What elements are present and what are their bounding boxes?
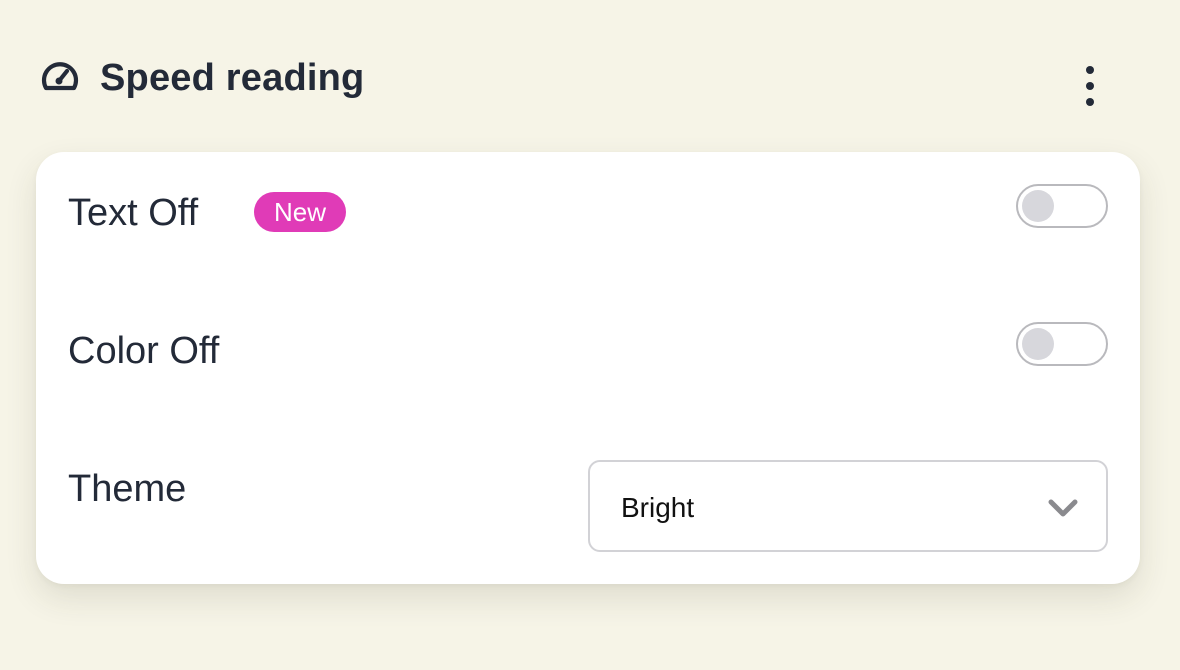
color-off-label: Color Off (68, 330, 220, 372)
theme-select[interactable]: Bright (588, 460, 1108, 552)
more-vertical-icon (1086, 66, 1094, 74)
panel-header: Speed reading (40, 54, 1140, 106)
setting-row-text-off: Text Off New (68, 152, 1108, 234)
more-vertical-icon-dot (1086, 82, 1094, 90)
theme-label: Theme (68, 468, 187, 510)
text-off-label: Text Off (68, 192, 199, 234)
new-badge: New (254, 192, 347, 232)
more-vertical-icon-dot (1086, 98, 1094, 106)
text-off-toggle[interactable] (1016, 184, 1108, 228)
settings-card: Text Off New Color Off Theme Bright (36, 152, 1140, 584)
color-off-toggle[interactable] (1016, 322, 1108, 366)
theme-select-value: Bright (621, 492, 695, 523)
more-options-button[interactable] (1070, 60, 1110, 106)
setting-row-color-off: Color Off (68, 290, 1108, 372)
panel-title: Speed reading (100, 57, 365, 99)
speedometer-icon (40, 58, 80, 94)
chevron-down-icon (1048, 498, 1078, 518)
toggle-knob (1022, 190, 1054, 222)
toggle-knob (1022, 328, 1054, 360)
